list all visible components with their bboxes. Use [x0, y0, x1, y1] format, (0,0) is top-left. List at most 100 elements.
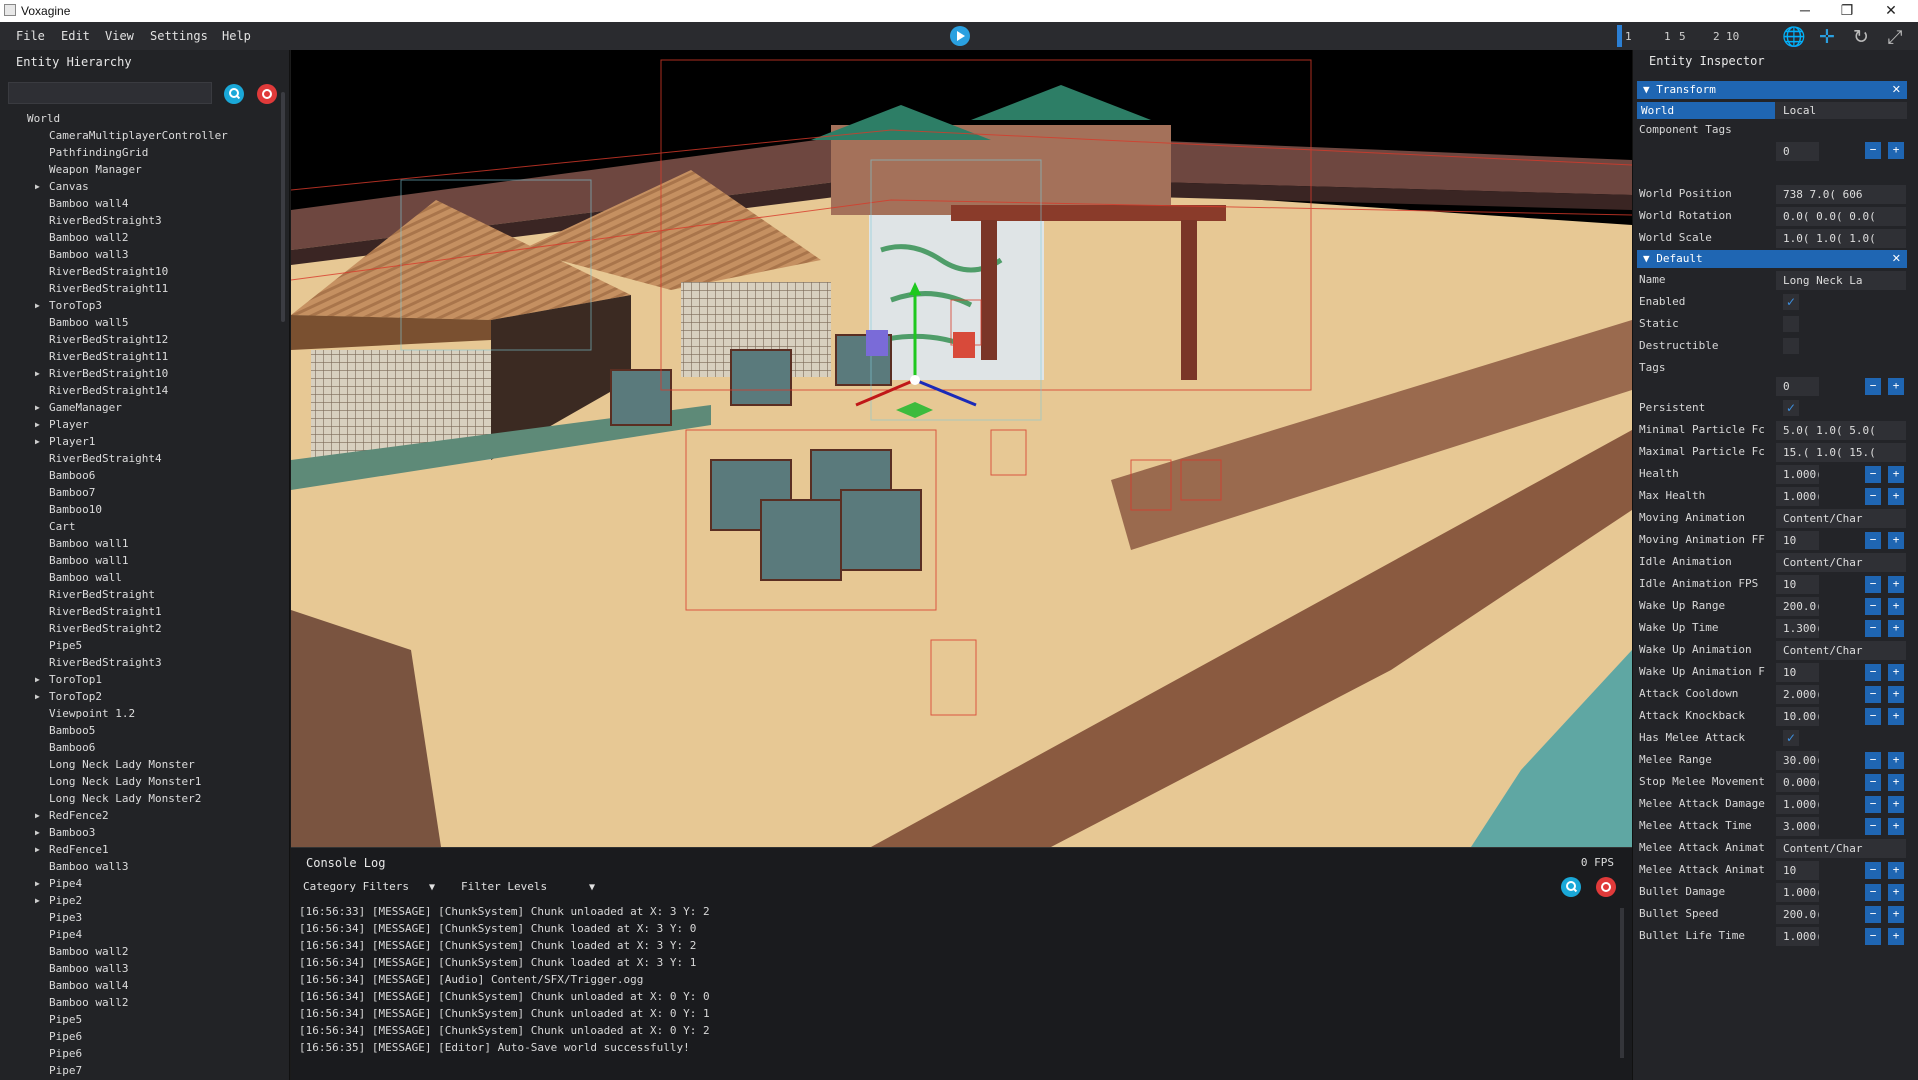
hierarchy-item[interactable]: Pipe6	[0, 1028, 280, 1045]
expand-arrow-icon[interactable]: ▶	[35, 178, 40, 195]
menu-edit[interactable]: Edit	[61, 29, 90, 43]
console-clear-icon[interactable]	[1596, 877, 1616, 897]
hierarchy-item[interactable]: Bamboo wall2	[0, 229, 280, 246]
hierarchy-item[interactable]: ▶ Pipe2	[0, 892, 280, 909]
hierarchy-item[interactable]: ▶ Pipe4	[0, 875, 280, 892]
property-minus-button[interactable]: −	[1865, 664, 1881, 681]
property-minus-button[interactable]: −	[1865, 884, 1881, 901]
hierarchy-item[interactable]: Long Neck Lady Monster2	[0, 790, 280, 807]
hierarchy-item[interactable]: Bamboo wall3	[0, 246, 280, 263]
hierarchy-item[interactable]: RiverBedStraight12	[0, 331, 280, 348]
hierarchy-item[interactable]: Long Neck Lady Monster	[0, 756, 280, 773]
transform-section-header[interactable]: ▼ Transform ✕	[1637, 81, 1907, 99]
property-minus-button[interactable]: −	[1865, 598, 1881, 615]
property-plus-button[interactable]: +	[1888, 906, 1904, 923]
hierarchy-item[interactable]: Cart	[0, 518, 280, 535]
hierarchy-item[interactable]: Bamboo wall3	[0, 960, 280, 977]
default-section-header[interactable]: ▼ Default ✕	[1637, 250, 1907, 268]
hierarchy-item[interactable]: Bamboo wall2	[0, 994, 280, 1011]
world-space-toggle[interactable]: World	[1637, 102, 1775, 119]
property-plus-button[interactable]: +	[1888, 686, 1904, 703]
scene-viewport[interactable]	[291, 50, 1632, 847]
property-plus-button[interactable]: +	[1888, 664, 1904, 681]
expand-arrow-icon[interactable]: ▶	[35, 892, 40, 909]
property-minus-button[interactable]: −	[1865, 906, 1881, 923]
property-plus-button[interactable]: +	[1888, 796, 1904, 813]
property-minus-button[interactable]: −	[1865, 818, 1881, 835]
property-plus-button[interactable]: +	[1888, 862, 1904, 879]
expand-arrow-icon[interactable]: ▶	[35, 807, 40, 824]
menu-file[interactable]: File	[16, 29, 45, 43]
hierarchy-item[interactable]: Pipe4	[0, 926, 280, 943]
property-field[interactable]: 0.000(	[1776, 773, 1819, 792]
hierarchy-item[interactable]: RiverBedStraight10	[0, 263, 280, 280]
property-minus-button[interactable]: −	[1865, 686, 1881, 703]
console-search-icon[interactable]	[1561, 877, 1581, 897]
hierarchy-item[interactable]: RiverBedStraight4	[0, 450, 280, 467]
property-plus-button[interactable]: +	[1888, 576, 1904, 593]
toolbar-snap-value-a[interactable]: 1	[1664, 30, 1671, 43]
hierarchy-item[interactable]: RiverBedStraight	[0, 586, 280, 603]
hierarchy-item[interactable]: Bamboo wall4	[0, 977, 280, 994]
hierarchy-item[interactable]: Bamboo6	[0, 739, 280, 756]
hierarchy-item[interactable]: ▶ Player	[0, 416, 280, 433]
property-minus-button[interactable]: −	[1865, 752, 1881, 769]
toolbar-snap-value-b[interactable]: 5	[1679, 30, 1686, 43]
hierarchy-item[interactable]: ▶ Player1	[0, 433, 280, 450]
property-checkbox[interactable]: ✓	[1783, 400, 1799, 416]
expand-arrow-icon[interactable]: ▶	[35, 433, 40, 450]
property-minus-button[interactable]: −	[1865, 488, 1881, 505]
property-plus-button[interactable]: +	[1888, 774, 1904, 791]
expand-arrow-icon[interactable]: ▶	[35, 688, 40, 705]
play-button[interactable]	[950, 26, 970, 46]
hierarchy-item[interactable]: PathfindingGrid	[0, 144, 280, 161]
hierarchy-item[interactable]: Pipe5	[0, 1011, 280, 1028]
close-window-button[interactable]: ✕	[1870, 0, 1912, 22]
close-icon[interactable]: ✕	[1892, 250, 1901, 268]
tags-plus-button[interactable]: +	[1888, 378, 1904, 395]
console-scrollbar[interactable]	[1620, 908, 1624, 1058]
property-field[interactable]: 1.000(	[1776, 927, 1819, 946]
property-minus-button[interactable]: −	[1865, 708, 1881, 725]
hierarchy-item[interactable]: ▶ RedFence1	[0, 841, 280, 858]
property-plus-button[interactable]: +	[1888, 884, 1904, 901]
property-plus-button[interactable]: +	[1888, 818, 1904, 835]
property-plus-button[interactable]: +	[1888, 752, 1904, 769]
property-field[interactable]: 10	[1776, 663, 1819, 682]
hierarchy-item[interactable]: RiverBedStraight3	[0, 212, 280, 229]
expand-arrow-icon[interactable]: ▶	[35, 297, 40, 314]
hierarchy-item[interactable]: Bamboo6	[0, 467, 280, 484]
tags-minus-button[interactable]: −	[1865, 378, 1881, 395]
property-field[interactable]: 3.000(	[1776, 817, 1819, 836]
hierarchy-item[interactable]: ▶ RiverBedStraight10	[0, 365, 280, 382]
hierarchy-item[interactable]: ▶ GameManager	[0, 399, 280, 416]
property-minus-button[interactable]: −	[1865, 796, 1881, 813]
property-field[interactable]: 10	[1776, 531, 1819, 550]
hierarchy-item[interactable]: Bamboo wall1	[0, 535, 280, 552]
local-space-toggle[interactable]: Local	[1775, 102, 1907, 119]
rotate-tool-icon[interactable]: ↻	[1850, 26, 1872, 48]
property-field[interactable]: 0	[1776, 377, 1819, 396]
hierarchy-item[interactable]: Long Neck Lady Monster1	[0, 773, 280, 790]
property-minus-button[interactable]: −	[1865, 862, 1881, 879]
hierarchy-item[interactable]: RiverBedStraight11	[0, 280, 280, 297]
property-field[interactable]: 2.000(	[1776, 685, 1819, 704]
property-field[interactable]: 5.0( 1.0( 5.0(	[1776, 421, 1906, 440]
hierarchy-item[interactable]: ▶ Canvas	[0, 178, 280, 195]
property-field[interactable]: 15.( 1.0( 15.(	[1776, 443, 1906, 462]
hierarchy-item[interactable]: RiverBedStraight14	[0, 382, 280, 399]
menu-view[interactable]: View	[105, 29, 134, 43]
hierarchy-item[interactable]: Bamboo wall	[0, 569, 280, 586]
scale-tool-icon[interactable]: ⤢	[1884, 26, 1906, 48]
hierarchy-item[interactable]: Bamboo7	[0, 484, 280, 501]
property-minus-button[interactable]: −	[1865, 774, 1881, 791]
restore-button[interactable]: ❐	[1826, 0, 1868, 22]
component-tags-field[interactable]: 0	[1776, 142, 1819, 161]
hierarchy-item[interactable]: RiverBedStraight2	[0, 620, 280, 637]
globe-icon[interactable]: 🌐	[1782, 26, 1806, 48]
hierarchy-item[interactable]: World	[0, 110, 280, 127]
hierarchy-item[interactable]: RiverBedStraight1	[0, 603, 280, 620]
property-plus-button[interactable]: +	[1888, 532, 1904, 549]
hierarchy-item[interactable]: Bamboo5	[0, 722, 280, 739]
property-field[interactable]: 30.00(	[1776, 751, 1819, 770]
